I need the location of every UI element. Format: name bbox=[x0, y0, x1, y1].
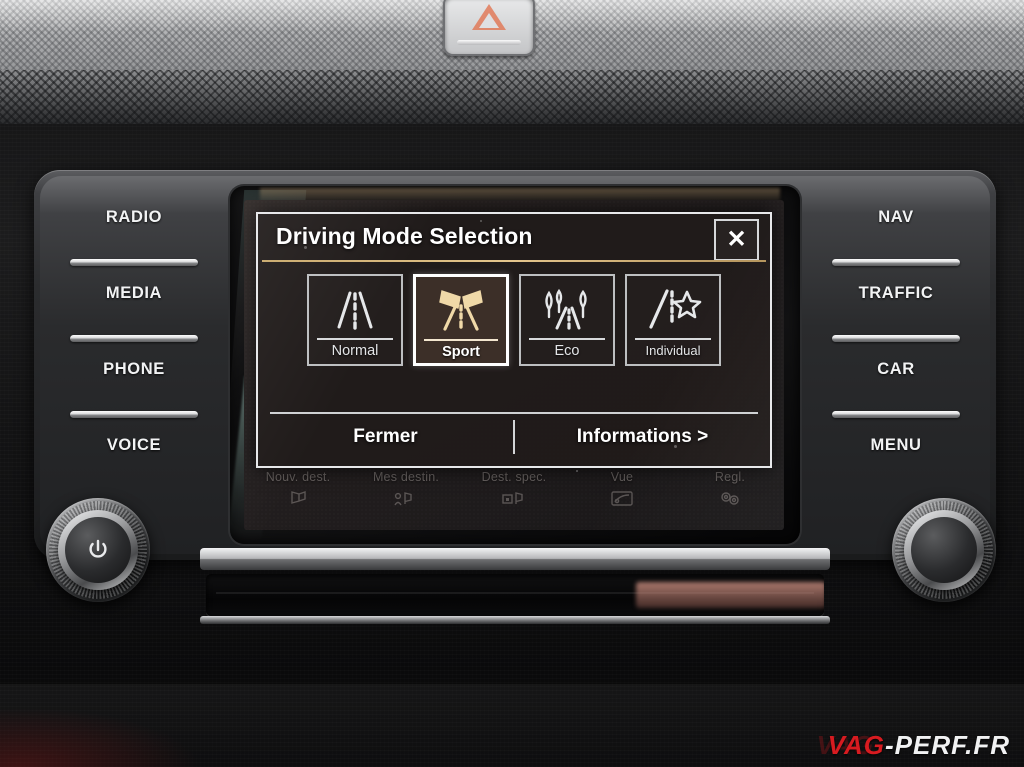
hazard-warning-button[interactable] bbox=[443, 0, 535, 56]
slot-upper-trim bbox=[200, 548, 830, 570]
button-separator bbox=[70, 411, 198, 418]
dialog-title: Driving Mode Selection bbox=[276, 223, 533, 249]
cd-sd-slot[interactable] bbox=[206, 574, 824, 616]
dust-speck bbox=[480, 220, 482, 222]
close-dialog-button[interactable]: Fermer bbox=[258, 426, 513, 448]
mode-tile-eco[interactable]: Eco bbox=[519, 274, 615, 366]
navbar-label: Mes destin. bbox=[372, 470, 440, 484]
button-nav[interactable]: NAV bbox=[826, 196, 966, 272]
dashboard-speaker-grille bbox=[0, 70, 1024, 132]
my-destinations-icon bbox=[359, 487, 453, 509]
power-volume-knob[interactable] bbox=[46, 498, 150, 602]
button-voice[interactable]: VOICE bbox=[64, 424, 204, 500]
special-destination-icon bbox=[467, 487, 561, 509]
navbar-item-new-destination[interactable]: Nouv. dest. bbox=[251, 470, 345, 509]
road-icon bbox=[309, 276, 401, 338]
button-menu[interactable]: MENU bbox=[826, 424, 966, 500]
mode-label-eco: Eco bbox=[554, 343, 580, 359]
button-phone-label: PHONE bbox=[103, 360, 165, 378]
close-icon: ✕ bbox=[726, 226, 747, 253]
navbar-item-view[interactable]: Vue bbox=[575, 470, 669, 509]
dialog-close-button[interactable]: ✕ bbox=[714, 219, 759, 261]
hazard-button-bar bbox=[457, 40, 521, 45]
informations-button[interactable]: Informations > bbox=[515, 426, 770, 448]
navbar-label: Regl. bbox=[714, 470, 746, 484]
left-button-column: RADIO MEDIA PHONE VOICE bbox=[64, 196, 204, 526]
screenshot-root: RADIO MEDIA PHONE VOICE NAV TRAFFIC CAR … bbox=[0, 0, 1024, 767]
dialog-header: Driving Mode Selection ✕ bbox=[258, 214, 770, 262]
dialog-footer: Fermer Informations > bbox=[258, 414, 770, 460]
power-icon bbox=[89, 539, 107, 558]
mode-tile-normal[interactable]: Normal bbox=[307, 274, 403, 366]
tune-knob[interactable] bbox=[892, 498, 996, 602]
dust-speck bbox=[674, 445, 677, 448]
button-separator bbox=[70, 259, 198, 266]
navigation-menu-bar: Nouv. dest. Mes destin. Dest. spec. Vue … bbox=[244, 468, 784, 526]
navbar-label: Vue bbox=[610, 470, 634, 484]
button-car[interactable]: CAR bbox=[826, 348, 966, 424]
button-traffic-label: TRAFFIC bbox=[858, 284, 934, 302]
button-radio-label: RADIO bbox=[105, 208, 163, 226]
navbar-label: Nouv. dest. bbox=[265, 470, 331, 484]
infotainment-head-unit: RADIO MEDIA PHONE VOICE NAV TRAFFIC CAR … bbox=[34, 170, 996, 560]
mode-tile-individual[interactable]: Individual bbox=[625, 274, 721, 366]
right-button-column: NAV TRAFFIC CAR MENU bbox=[826, 196, 966, 526]
map-view-icon bbox=[575, 487, 669, 509]
button-radio[interactable]: RADIO bbox=[64, 196, 204, 272]
button-media-label: MEDIA bbox=[105, 284, 163, 302]
hazard-triangle-icon bbox=[472, 4, 506, 30]
dust-speck bbox=[304, 246, 307, 249]
button-separator bbox=[70, 335, 198, 342]
button-separator bbox=[832, 411, 960, 418]
new-destination-icon bbox=[251, 487, 345, 509]
mode-label-individual: Individual bbox=[645, 343, 701, 358]
dust-speck bbox=[576, 470, 578, 472]
mode-tile-sport[interactable]: Sport bbox=[413, 274, 509, 366]
speaker-grille-texture bbox=[0, 70, 1024, 132]
checkered-flags-icon bbox=[416, 277, 506, 339]
settings-gear-icon bbox=[683, 487, 777, 509]
screen-bezel: Nouv. dest. Mes destin. Dest. spec. Vue … bbox=[230, 186, 800, 544]
touchscreen-display[interactable]: Nouv. dest. Mes destin. Dest. spec. Vue … bbox=[244, 200, 784, 530]
button-phone[interactable]: PHONE bbox=[64, 348, 204, 424]
red-reflection bbox=[0, 707, 200, 767]
road-with-trees-icon bbox=[521, 276, 613, 338]
driving-mode-dialog: Driving Mode Selection ✕ Normal Sport Ec… bbox=[256, 212, 772, 468]
mode-label-sport: Sport bbox=[442, 344, 480, 360]
mode-label-normal: Normal bbox=[331, 343, 379, 359]
dialog-accent-rule bbox=[262, 260, 766, 262]
knob-face bbox=[65, 517, 131, 583]
slot-reflection bbox=[636, 582, 824, 608]
navbar-item-my-destinations[interactable]: Mes destin. bbox=[359, 470, 453, 509]
road-with-star-icon bbox=[627, 276, 719, 338]
watermark-brand: VAG bbox=[827, 730, 885, 760]
button-separator bbox=[832, 335, 960, 342]
button-voice-label: VOICE bbox=[106, 436, 162, 454]
navbar-label: Dest. spec. bbox=[481, 470, 547, 484]
button-car-label: CAR bbox=[877, 360, 915, 378]
button-media[interactable]: MEDIA bbox=[64, 272, 204, 348]
watermark-suffix: -PERF.FR bbox=[885, 730, 1010, 760]
watermark: VAG-PERF.FR bbox=[828, 730, 1010, 761]
driving-mode-tiles: Normal Sport Eco Individual bbox=[258, 274, 770, 366]
navbar-item-special-destination[interactable]: Dest. spec. bbox=[467, 470, 561, 509]
navbar-item-settings[interactable]: Regl. bbox=[683, 470, 777, 509]
knob-face bbox=[911, 517, 977, 583]
button-menu-label: MENU bbox=[870, 436, 922, 454]
slot-lower-trim bbox=[200, 616, 830, 624]
button-nav-label: NAV bbox=[878, 208, 914, 226]
button-separator bbox=[832, 259, 960, 266]
button-traffic[interactable]: TRAFFIC bbox=[826, 272, 966, 348]
